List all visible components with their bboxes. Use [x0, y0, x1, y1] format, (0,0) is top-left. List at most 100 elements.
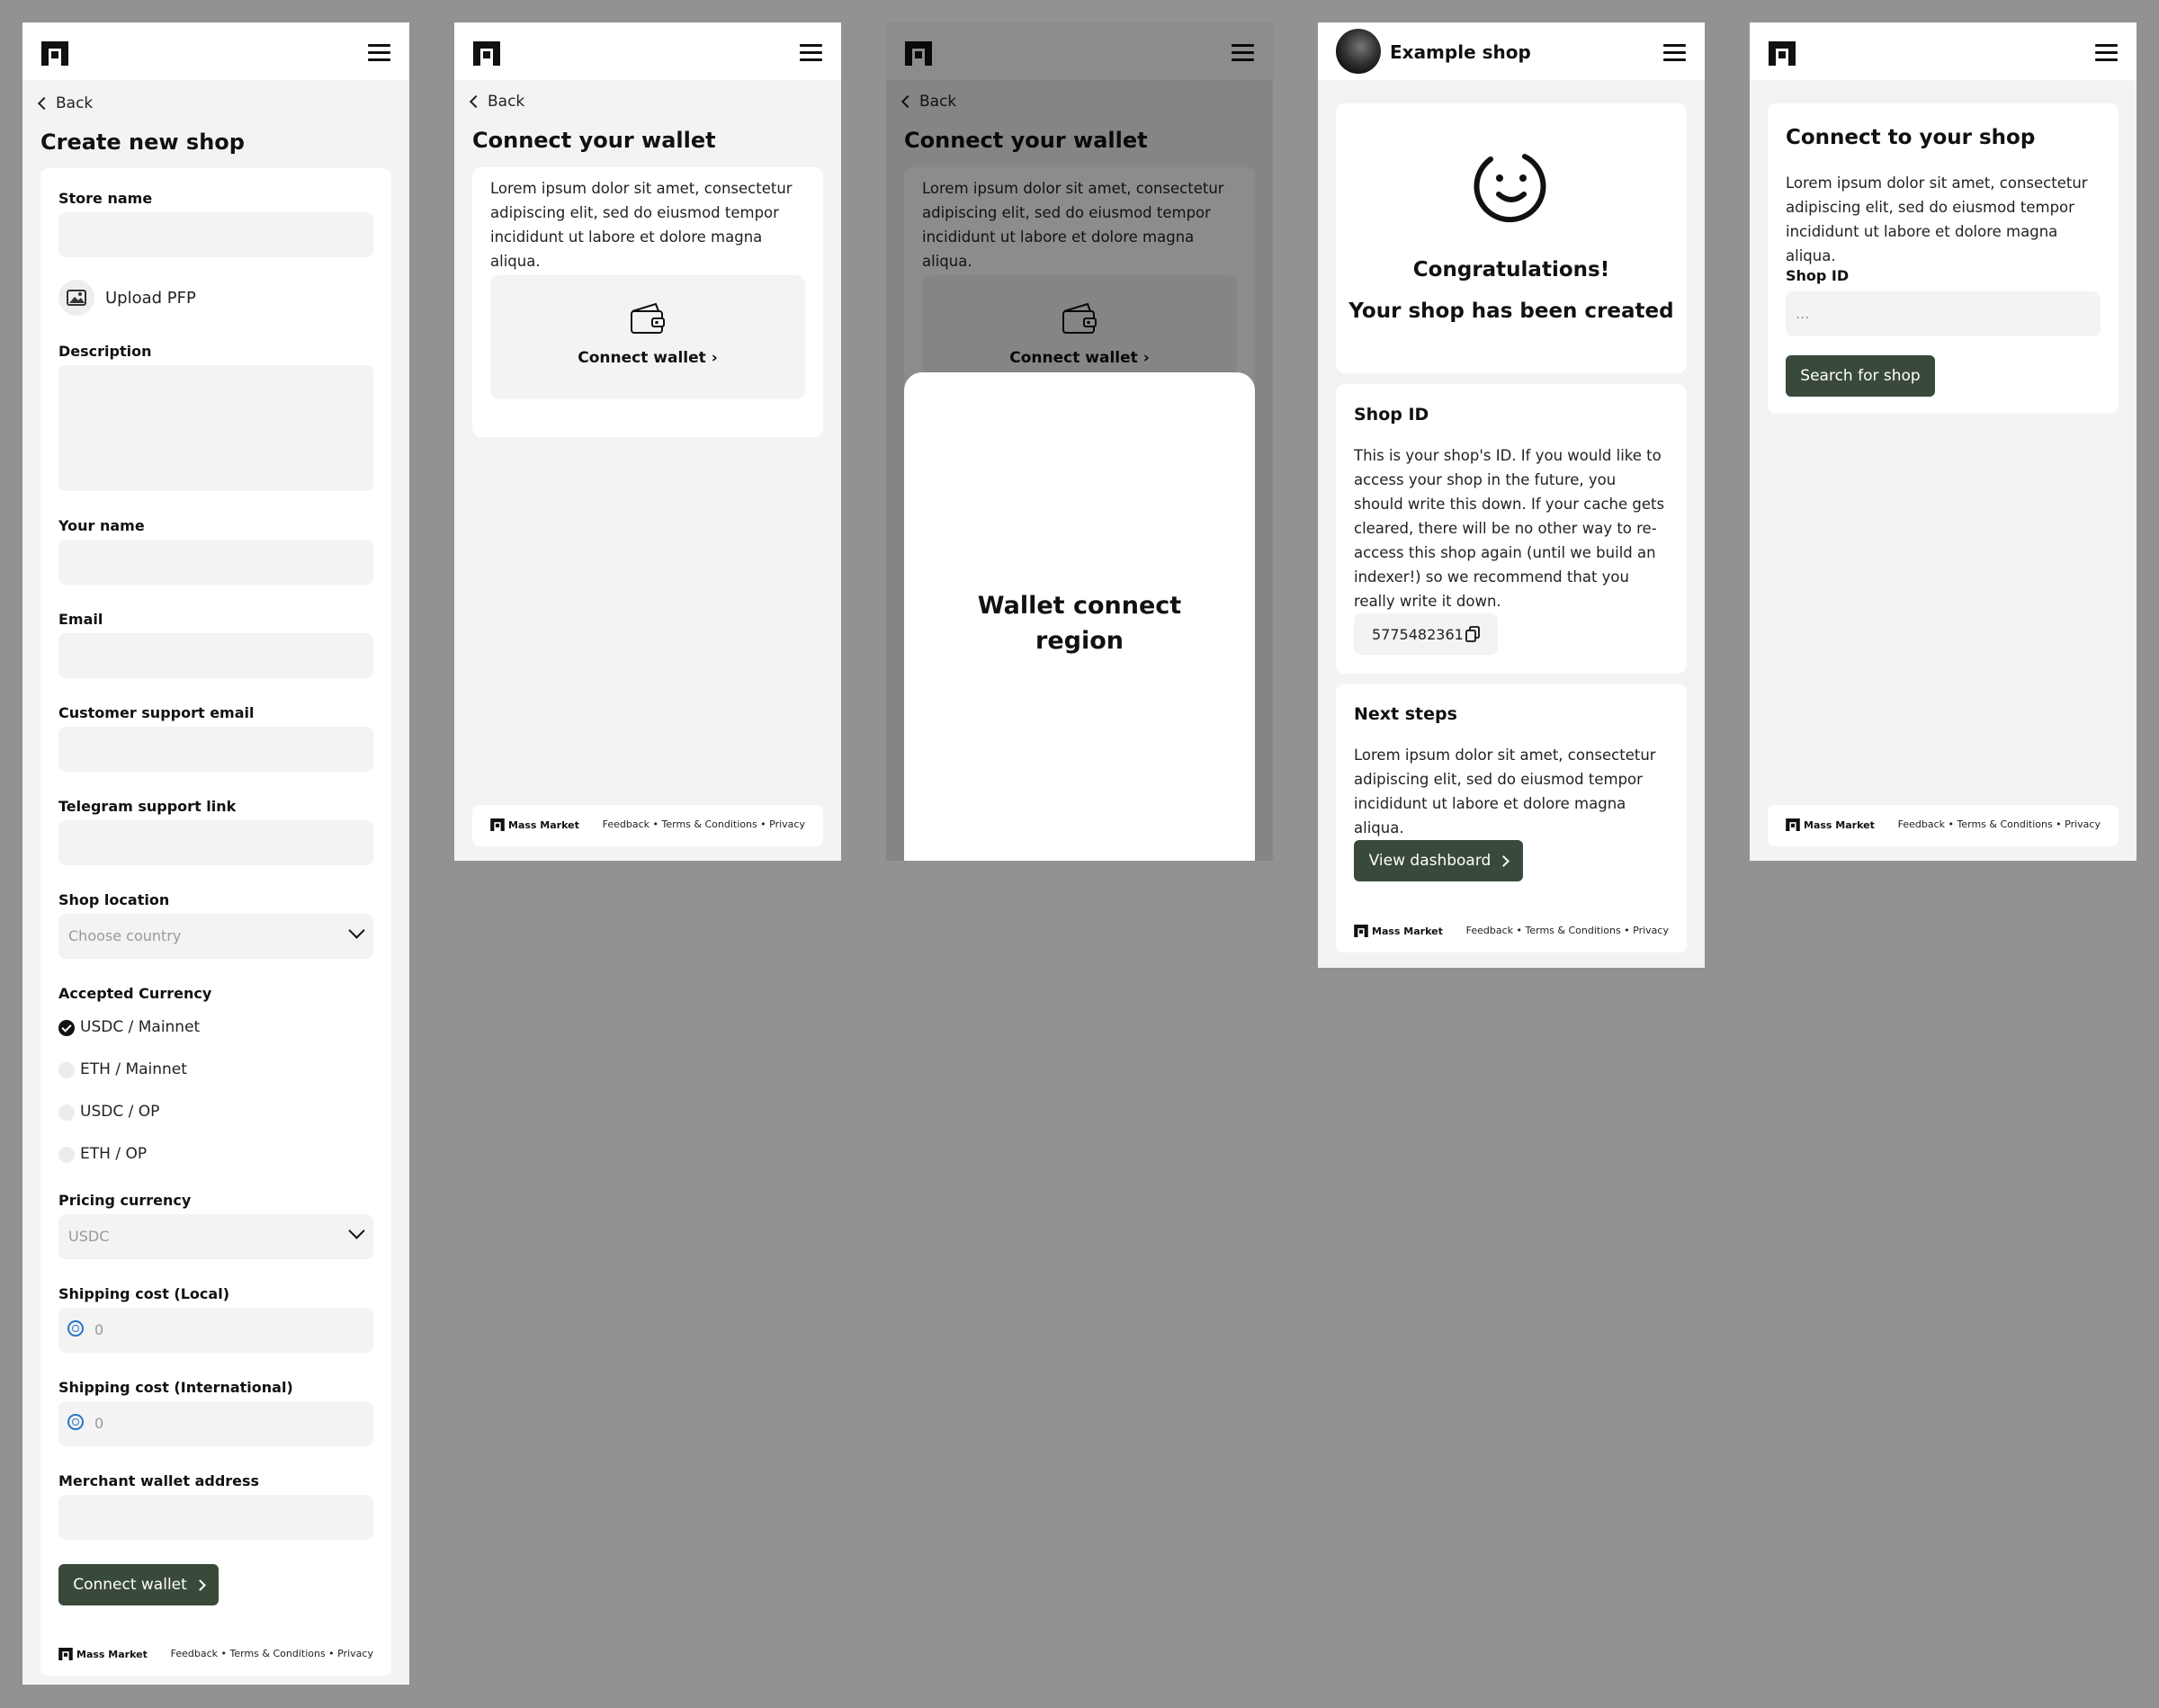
search-for-shop-button[interactable]: Search for shop — [1786, 355, 1935, 397]
shipping-local-input[interactable]: 0 — [58, 1308, 373, 1353]
intro-text: Lorem ipsum dolor sit amet, consectetur … — [490, 180, 793, 270]
support-email-label: Customer support email — [58, 704, 255, 721]
connect-wallet-card: Lorem ipsum dolor sit amet, consectetur … — [472, 167, 823, 437]
hamburger-menu-icon[interactable] — [1663, 44, 1686, 62]
description-label: Description — [58, 343, 152, 360]
description-input[interactable] — [58, 365, 373, 491]
next-steps-text: Lorem ipsum dolor sit amet, consectetur … — [1354, 747, 1656, 836]
merchant-wallet-label: Merchant wallet address — [58, 1472, 260, 1489]
footer: Mass Market Feedback • Terms & Condition… — [472, 805, 823, 846]
wallet-connect-region-text: Wallet connect region — [977, 592, 1182, 655]
shipping-local-label: Shipping cost (Local) — [58, 1285, 229, 1302]
shop-avatar[interactable] — [1336, 29, 1381, 74]
store-name-input[interactable] — [58, 212, 373, 257]
shipping-intl-input[interactable]: 0 — [58, 1401, 373, 1446]
header — [1750, 22, 2137, 80]
footer-links[interactable]: Feedback • Terms & Conditions • Privacy — [171, 1648, 373, 1659]
next-steps-card: Next steps Lorem ipsum dolor sit amet, c… — [1336, 684, 1687, 923]
mass-market-logo-icon — [1786, 818, 1800, 831]
chevron-right-icon — [1498, 854, 1510, 867]
image-icon — [58, 280, 94, 316]
connect-shop-screen: Connect to your shop Lorem ipsum dolor s… — [1750, 22, 2137, 861]
shop-id-chip[interactable]: 5775482361 — [1354, 613, 1498, 655]
currency-radio-usdc-mainnet[interactable] — [58, 1020, 75, 1036]
shop-id-label: Shop ID — [1786, 267, 1850, 284]
email-input[interactable] — [58, 633, 373, 678]
connect-wallet-screen: Back Connect your wallet Lorem ipsum dol… — [454, 22, 841, 861]
usdc-coin-icon — [67, 1414, 84, 1430]
telegram-input[interactable] — [58, 820, 373, 865]
wallet-connect-modal[interactable]: Wallet connect region — [904, 372, 1255, 861]
footer: Mass Market Feedback • Terms & Condition… — [1768, 805, 2119, 846]
header — [22, 22, 409, 80]
shop-id-input[interactable]: ... — [1786, 291, 2101, 336]
support-email-input[interactable] — [58, 727, 373, 772]
merchant-wallet-input[interactable] — [58, 1495, 373, 1540]
shop-name[interactable]: Example shop — [1390, 41, 1531, 63]
header — [454, 22, 841, 80]
shipping-intl-label: Shipping cost (International) — [58, 1379, 293, 1396]
connect-shop-title: Connect to your shop — [1786, 126, 2036, 149]
currency-radio-eth-op[interactable] — [58, 1147, 75, 1163]
chevron-left-icon — [37, 96, 51, 111]
hamburger-menu-icon[interactable] — [368, 44, 390, 62]
chevron-left-icon — [469, 94, 483, 109]
view-dashboard-button[interactable]: View dashboard — [1354, 840, 1523, 881]
footer-brand[interactable]: Mass Market — [58, 1648, 148, 1660]
footer-brand[interactable]: Mass Market — [1786, 818, 1875, 831]
chevron-right-icon — [193, 1578, 206, 1591]
currency-label-eth-mainnet: ETH / Mainnet — [80, 1060, 187, 1078]
shop-id-title: Shop ID — [1354, 405, 1429, 425]
mass-market-logo-icon — [1354, 925, 1368, 937]
connect-wallet-tile[interactable]: Connect wallet › — [490, 275, 805, 399]
smiley-icon — [1474, 154, 1546, 223]
footer: Mass Market Feedback • Terms & Condition… — [40, 1634, 391, 1676]
congrats-card: Congratulations! Your shop has been crea… — [1336, 103, 1687, 373]
your-name-input[interactable] — [58, 540, 373, 585]
shop-created-heading: Your shop has been created — [1348, 300, 1674, 323]
create-shop-screen: Back Create new shop Store name Upload P… — [22, 22, 409, 1685]
shop-id-card: Shop ID This is your shop's ID. If you w… — [1336, 384, 1687, 674]
back-link[interactable]: Back — [37, 94, 93, 112]
footer-links[interactable]: Feedback • Terms & Conditions • Privacy — [603, 818, 805, 830]
mass-market-logo-icon[interactable] — [473, 41, 500, 66]
connect-shop-text: Lorem ipsum dolor sit amet, consectetur … — [1786, 174, 2088, 264]
store-name-label: Store name — [58, 190, 153, 207]
create-shop-form: Store name Upload PFP Description Your n… — [40, 168, 391, 1648]
upload-pfp-button[interactable]: Upload PFP — [58, 280, 196, 316]
footer-brand[interactable]: Mass Market — [1354, 925, 1443, 937]
footer: Mass Market Feedback • Terms & Condition… — [1336, 911, 1687, 952]
header: Example shop — [1318, 22, 1705, 80]
currency-radio-eth-mainnet[interactable] — [58, 1062, 75, 1078]
usdc-coin-icon — [67, 1320, 84, 1337]
accepted-currency-label: Accepted Currency — [58, 985, 212, 1002]
currency-radio-usdc-op[interactable] — [58, 1104, 75, 1121]
pricing-currency-label: Pricing currency — [58, 1192, 192, 1209]
mass-market-logo-icon — [490, 818, 505, 831]
hamburger-menu-icon[interactable] — [800, 44, 822, 62]
shop-location-label: Shop location — [58, 891, 170, 908]
footer-brand[interactable]: Mass Market — [490, 818, 579, 831]
wallet-modal-screen: Back Connect your wallet Lorem ipsum dol… — [886, 22, 1273, 861]
back-link[interactable]: Back — [469, 93, 524, 111]
mass-market-logo-icon[interactable] — [41, 41, 68, 66]
next-steps-title: Next steps — [1354, 704, 1457, 724]
currency-label-eth-op: ETH / OP — [80, 1145, 148, 1163]
hamburger-menu-icon[interactable] — [2095, 44, 2118, 62]
chevron-down-icon — [348, 922, 365, 939]
pricing-currency-select[interactable]: USDC — [58, 1214, 373, 1259]
mass-market-logo-icon[interactable] — [1769, 41, 1796, 66]
footer-links[interactable]: Feedback • Terms & Conditions • Privacy — [1898, 818, 2101, 830]
connect-shop-card: Connect to your shop Lorem ipsum dolor s… — [1768, 103, 2119, 414]
connect-wallet-button[interactable]: Connect wallet — [58, 1564, 219, 1605]
shop-location-select[interactable]: Choose country — [58, 914, 373, 959]
chevron-down-icon — [348, 1222, 365, 1239]
congrats-heading: Congratulations! — [1412, 258, 1610, 282]
your-name-label: Your name — [58, 517, 145, 534]
shop-id-value: 5775482361 — [1372, 626, 1464, 643]
footer-links[interactable]: Feedback • Terms & Conditions • Privacy — [1466, 925, 1669, 936]
currency-label-usdc-mainnet: USDC / Mainnet — [80, 1018, 201, 1036]
copy-icon[interactable] — [1465, 626, 1480, 642]
telegram-label: Telegram support link — [58, 798, 237, 815]
page-title: Create new shop — [40, 130, 245, 155]
